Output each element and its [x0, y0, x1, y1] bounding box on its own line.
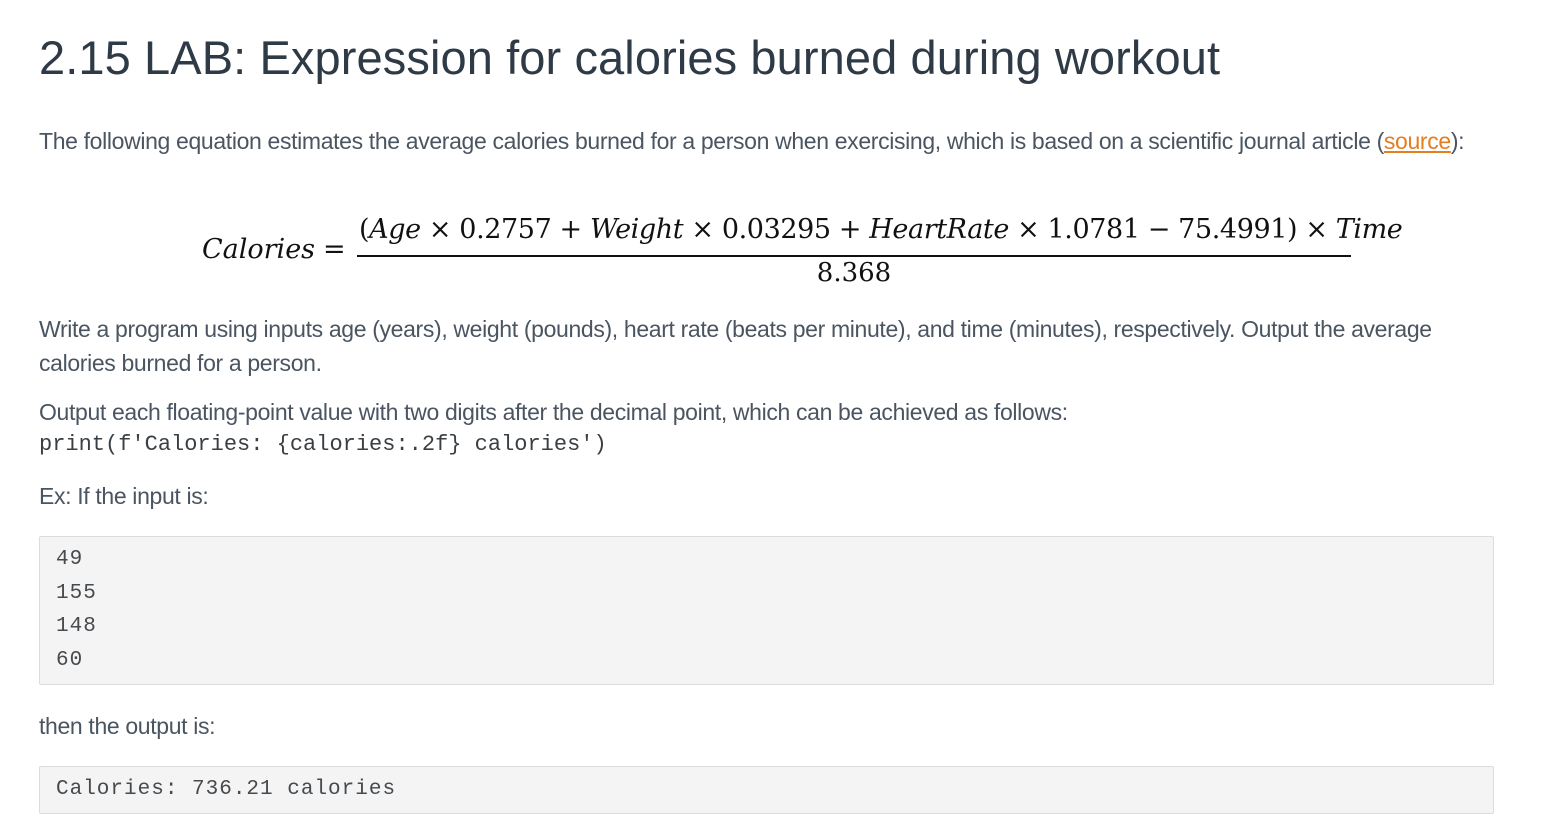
format-code-snippet: print(f'Calories: {calories:.2f} calorie…	[39, 432, 607, 457]
var-heart-rate: HeartRate	[869, 214, 1009, 245]
intro-text-after: ):	[1450, 128, 1465, 154]
input-line-time: 60	[56, 648, 84, 672]
example-input-label: Ex: If the input is:	[39, 483, 209, 509]
formula-equals: =	[323, 234, 346, 265]
formula-denominator: 8.368	[816, 258, 892, 288]
format-note: Output each floating-point value with tw…	[39, 399, 1068, 425]
numerator-op-3: × 1.0781 − 75.4991) ×	[1008, 214, 1336, 245]
example-output-label: then the output is:	[39, 713, 216, 739]
var-age: Age	[369, 214, 421, 245]
page-title: 2.15 LAB: Expression for calories burned…	[39, 31, 1221, 84]
numerator-open-paren: (	[359, 214, 370, 245]
example-input-box: 49 155 148 60	[39, 536, 1494, 685]
formula-lhs-variable: Calories	[202, 234, 316, 265]
example-output-box: Calories: 736.21 calories	[39, 766, 1494, 814]
formula-lhs: Calories =	[202, 234, 346, 265]
input-line-weight: 155	[56, 581, 97, 605]
fraction-bar	[357, 255, 1351, 257]
input-line-age: 49	[56, 548, 84, 571]
intro-paragraph: The following equation estimates the ave…	[39, 124, 1479, 158]
numerator-op-2: × 0.03295 +	[683, 214, 870, 245]
intro-text-before: The following equation estimates the ave…	[39, 128, 1384, 154]
instructions-paragraph: Write a program using inputs age (years)…	[39, 316, 1432, 376]
output-line: Calories: 736.21 calories	[56, 778, 397, 801]
numerator-op-1: × 0.2757 +	[420, 214, 590, 245]
formula-numerator: (Age × 0.2757 + Weight × 0.03295 + Heart…	[359, 214, 1403, 245]
calories-formula: Calories = (Age × 0.2757 + Weight × 0.032…	[39, 208, 1494, 298]
var-weight: Weight	[589, 214, 684, 245]
input-line-heart-rate: 148	[56, 615, 97, 638]
source-link[interactable]: source	[1384, 128, 1451, 154]
var-time: Time	[1335, 214, 1403, 245]
